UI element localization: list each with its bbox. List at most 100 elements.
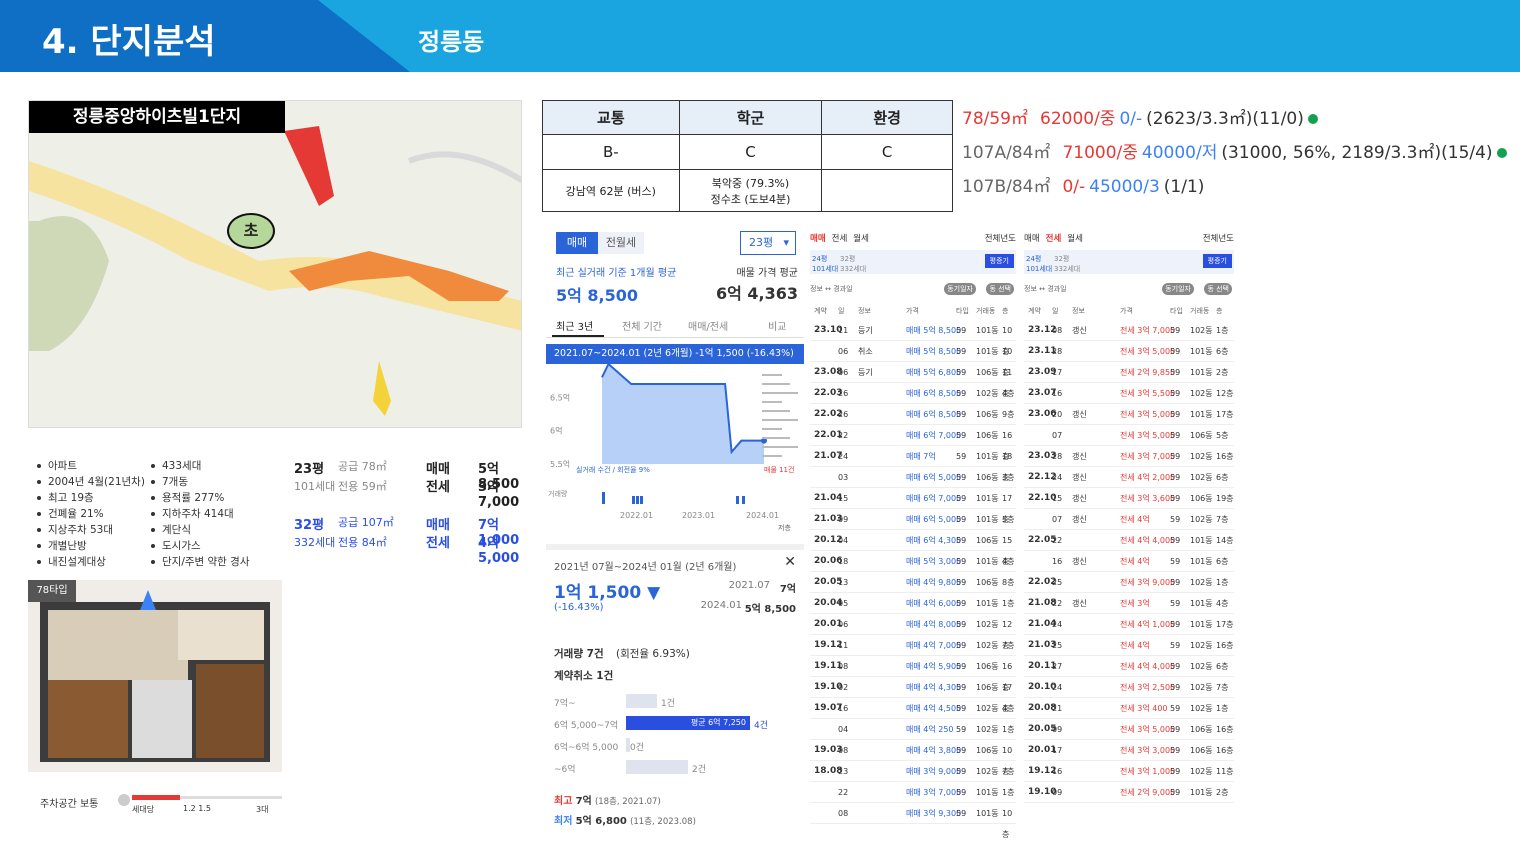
- table-row[interactable]: 23.06 20 갱신 전세 3억 5,000 59 101동 17층: [1024, 404, 1234, 425]
- school-marker[interactable]: 초: [227, 213, 275, 249]
- table-row[interactable]: 20.06 18 매매 5억 3,000 59 101동 4층: [810, 551, 1016, 572]
- period-tab[interactable]: 최근 3년: [556, 318, 593, 333]
- tx-cell: 매매 4억 250: [906, 725, 954, 734]
- table-row[interactable]: 06 취소 매매 5억 8,500 59 101동 10층: [810, 341, 1016, 377]
- table-row[interactable]: 23.08 06 등기 매매 5억 6,800 59 106동 11층: [810, 362, 1016, 398]
- size-option[interactable]: 24평: [812, 254, 827, 264]
- table-row[interactable]: 21.07 24 매매 7억 59 101동 18층: [810, 446, 1016, 482]
- table-row[interactable]: 20.05 09 전세 3억 5,000 59 106동 16층: [1024, 719, 1234, 740]
- table-row[interactable]: 23.11 28 전세 3억 5,000 59 101동 6층: [1024, 341, 1234, 362]
- type-sale: 62000/중: [1040, 109, 1116, 129]
- info-toggle[interactable]: 정보 ↔ 경과일: [810, 284, 853, 294]
- table-row[interactable]: 21.08 22 갱신 전세 3억 59 101동 4층: [1024, 593, 1234, 614]
- table-row[interactable]: 20.05 13 매매 4억 9,800 59 106동 8층: [810, 572, 1016, 593]
- table-row[interactable]: 20.12 04 매매 6억 4,300 59 106동 15층: [810, 530, 1016, 566]
- tab-rent[interactable]: 전월세: [598, 232, 644, 254]
- period-tab[interactable]: 비교: [768, 318, 786, 333]
- tx-cell: 11층: [1216, 767, 1234, 776]
- table-row[interactable]: 20.04 05 매매 4억 6,000 59 101동 1층: [810, 593, 1016, 614]
- filter-chip[interactable]: 동기일자: [1162, 283, 1194, 295]
- tx-col-header: 계약: [1028, 307, 1041, 315]
- tx-cell: 59: [1170, 536, 1181, 545]
- table-row[interactable]: 20.11 27 전세 4억 4,000 59 102동 6층: [1024, 656, 1234, 677]
- table-row[interactable]: 23.10 11 등기 매매 5억 8,500 59 101동 10층: [810, 320, 1016, 356]
- close-icon[interactable]: ✕: [784, 554, 796, 570]
- table-row[interactable]: 22.02 26 매매 6억 8,500 59 106동 9층: [810, 404, 1016, 425]
- size-option[interactable]: 332세대: [1054, 264, 1080, 274]
- table-row[interactable]: 20.01 17 전세 3억 3,000 59 106동 16층: [1024, 740, 1234, 761]
- table-row[interactable]: 22.05 22 전세 4억 4,000 59 101동 14층: [1024, 530, 1234, 551]
- tx-tab[interactable]: 월세: [853, 234, 869, 244]
- year-select[interactable]: 전체년도: [1203, 232, 1234, 244]
- size-option[interactable]: 101세대: [1026, 264, 1052, 274]
- tx-tab[interactable]: 매매: [810, 234, 826, 244]
- help-icon[interactable]: [118, 794, 130, 806]
- table-row[interactable]: 23.07 16 전세 3억 5,500 59 102동 12층: [1024, 383, 1234, 404]
- table-row[interactable]: 20.01 06 매매 4억 8,000 59 102동 12층: [810, 614, 1016, 650]
- table-row[interactable]: 07 갱신 전세 4억 59 102동 7층: [1024, 509, 1234, 530]
- complex-map[interactable]: 정릉중앙하이츠빌1단지 초: [28, 100, 522, 428]
- compare-button[interactable]: 평증기: [984, 254, 1014, 268]
- tx-cell: 59: [956, 494, 967, 503]
- table-row[interactable]: 23.12 08 갱신 전세 3억 7,000 59 102동 1층: [1024, 320, 1234, 341]
- table-row[interactable]: 22 매매 3억 7,000 59 101동 1층: [810, 782, 1016, 803]
- table-row[interactable]: 07 전세 3억 5,000 59 106동 5층: [1024, 425, 1234, 446]
- table-row[interactable]: 19.12 16 전세 3억 1,000 59 102동 11층: [1024, 761, 1234, 782]
- table-row[interactable]: 19.10 02 매매 4억 4,300 59 106동 17층: [810, 677, 1016, 713]
- table-row[interactable]: 04 매매 4억 250 59 102동 1층: [810, 719, 1016, 740]
- period-tab[interactable]: 전체 기간: [622, 318, 662, 333]
- table-row[interactable]: 19.11 08 매매 4억 5,900 59 106동 16층: [810, 656, 1016, 692]
- size-select[interactable]: 23평 ▾: [740, 231, 796, 255]
- price-chart[interactable]: 6.5억 6억 5.5억 2022.01 2023.01 2024.01 실거래 수건 / …: [546, 364, 804, 534]
- env-detail-environment: [821, 169, 953, 212]
- tx-tab[interactable]: 매매: [1024, 234, 1040, 244]
- env-header-traffic: 교통: [542, 100, 680, 135]
- table-row[interactable]: 03 매매 6억 5,000 59 106동 3층: [810, 467, 1016, 488]
- tx-cell: 02: [838, 683, 849, 692]
- table-row[interactable]: 08 매매 3억 9,300 59 101동 10층: [810, 803, 1016, 839]
- compare-button[interactable]: 평증기: [1202, 254, 1232, 268]
- table-row[interactable]: 19.03 08 매매 4억 3,800 59 106동 10층: [810, 740, 1016, 776]
- tx-tab[interactable]: 전세: [1046, 234, 1062, 244]
- tx-tab[interactable]: 전세: [832, 234, 848, 244]
- table-row[interactable]: 19.07 16 매매 4억 4,500 59 102동 4층: [810, 698, 1016, 719]
- period-tab[interactable]: 매매/전세: [688, 318, 728, 333]
- size-option[interactable]: 32평: [1054, 254, 1069, 264]
- info-item: 최고 19층: [34, 490, 149, 506]
- size-option[interactable]: 332세대: [840, 264, 866, 274]
- size-option[interactable]: 32평: [840, 254, 855, 264]
- size-option[interactable]: 24평: [1026, 254, 1041, 264]
- tx-cell: 16층: [1216, 641, 1234, 650]
- tab-sale[interactable]: 매매: [556, 232, 598, 254]
- tx-tab[interactable]: 월세: [1067, 234, 1083, 244]
- table-row[interactable]: 20.10 24 전세 3억 2,500 59 102동 7층: [1024, 677, 1234, 698]
- table-row[interactable]: 23.03 28 갱신 전세 3억 7,000 59 102동 16층: [1024, 446, 1234, 467]
- tx-cell: 전세 3억 5,000: [1120, 431, 1176, 440]
- ask-bar: [762, 455, 782, 457]
- info-item: 개별난방: [34, 538, 149, 554]
- year-select[interactable]: 전체년도: [985, 232, 1016, 244]
- size-option[interactable]: 101세대: [812, 264, 838, 274]
- table-row[interactable]: 21.03 09 매매 6억 5,000 59 101동 5층: [810, 509, 1016, 530]
- tx-cell: 08: [838, 746, 849, 755]
- info-toggle[interactable]: 정보 ↔ 경과일: [1024, 284, 1067, 294]
- table-row[interactable]: 19.12 11 매매 4억 7,000 59 102동 7층: [810, 635, 1016, 656]
- table-row[interactable]: 21.04 15 매매 6억 7,000 59 101동 17층: [810, 488, 1016, 524]
- table-row[interactable]: 23.09 17 전세 2억 9,850 59 101동 2층: [1024, 362, 1234, 383]
- table-row[interactable]: 22.01 22 매매 6억 7,000 59 106동 16층: [810, 425, 1016, 461]
- table-row[interactable]: 22.12 24 갱신 전세 4억 2,000 59 102동 6층: [1024, 467, 1234, 488]
- table-row[interactable]: 16 갱신 전세 4억 59 101동 6층: [1024, 551, 1234, 572]
- filter-chip[interactable]: 동기일자: [944, 283, 976, 295]
- table-row[interactable]: 19.10 09 전세 2억 9,000 59 101동 2층: [1024, 782, 1234, 803]
- table-row[interactable]: 18.08 23 매매 3억 9,000 59 102동 7층: [810, 761, 1016, 782]
- table-row[interactable]: 22.02 25 전세 3억 9,000 59 102동 1층: [1024, 572, 1234, 593]
- tx-cell: 매매 6억 5,000: [906, 515, 962, 524]
- tx-cell: 101동: [976, 515, 999, 524]
- table-row[interactable]: 22.03 26 매매 6억 8,500 59 102동 4층: [810, 383, 1016, 404]
- filter-chip[interactable]: 동 선택: [986, 283, 1014, 295]
- table-row[interactable]: 22.10 15 갱신 전세 3억 3,600 59 106동 19층: [1024, 488, 1234, 509]
- table-row[interactable]: 20.08 21 전세 3억 400 59 102동 1층: [1024, 698, 1234, 719]
- table-row[interactable]: 21.04 24 전세 4억 1,000 59 101동 17층: [1024, 614, 1234, 635]
- table-row[interactable]: 21.03 25 전세 4억 59 102동 16층: [1024, 635, 1234, 656]
- filter-chip[interactable]: 동 선택: [1204, 283, 1232, 295]
